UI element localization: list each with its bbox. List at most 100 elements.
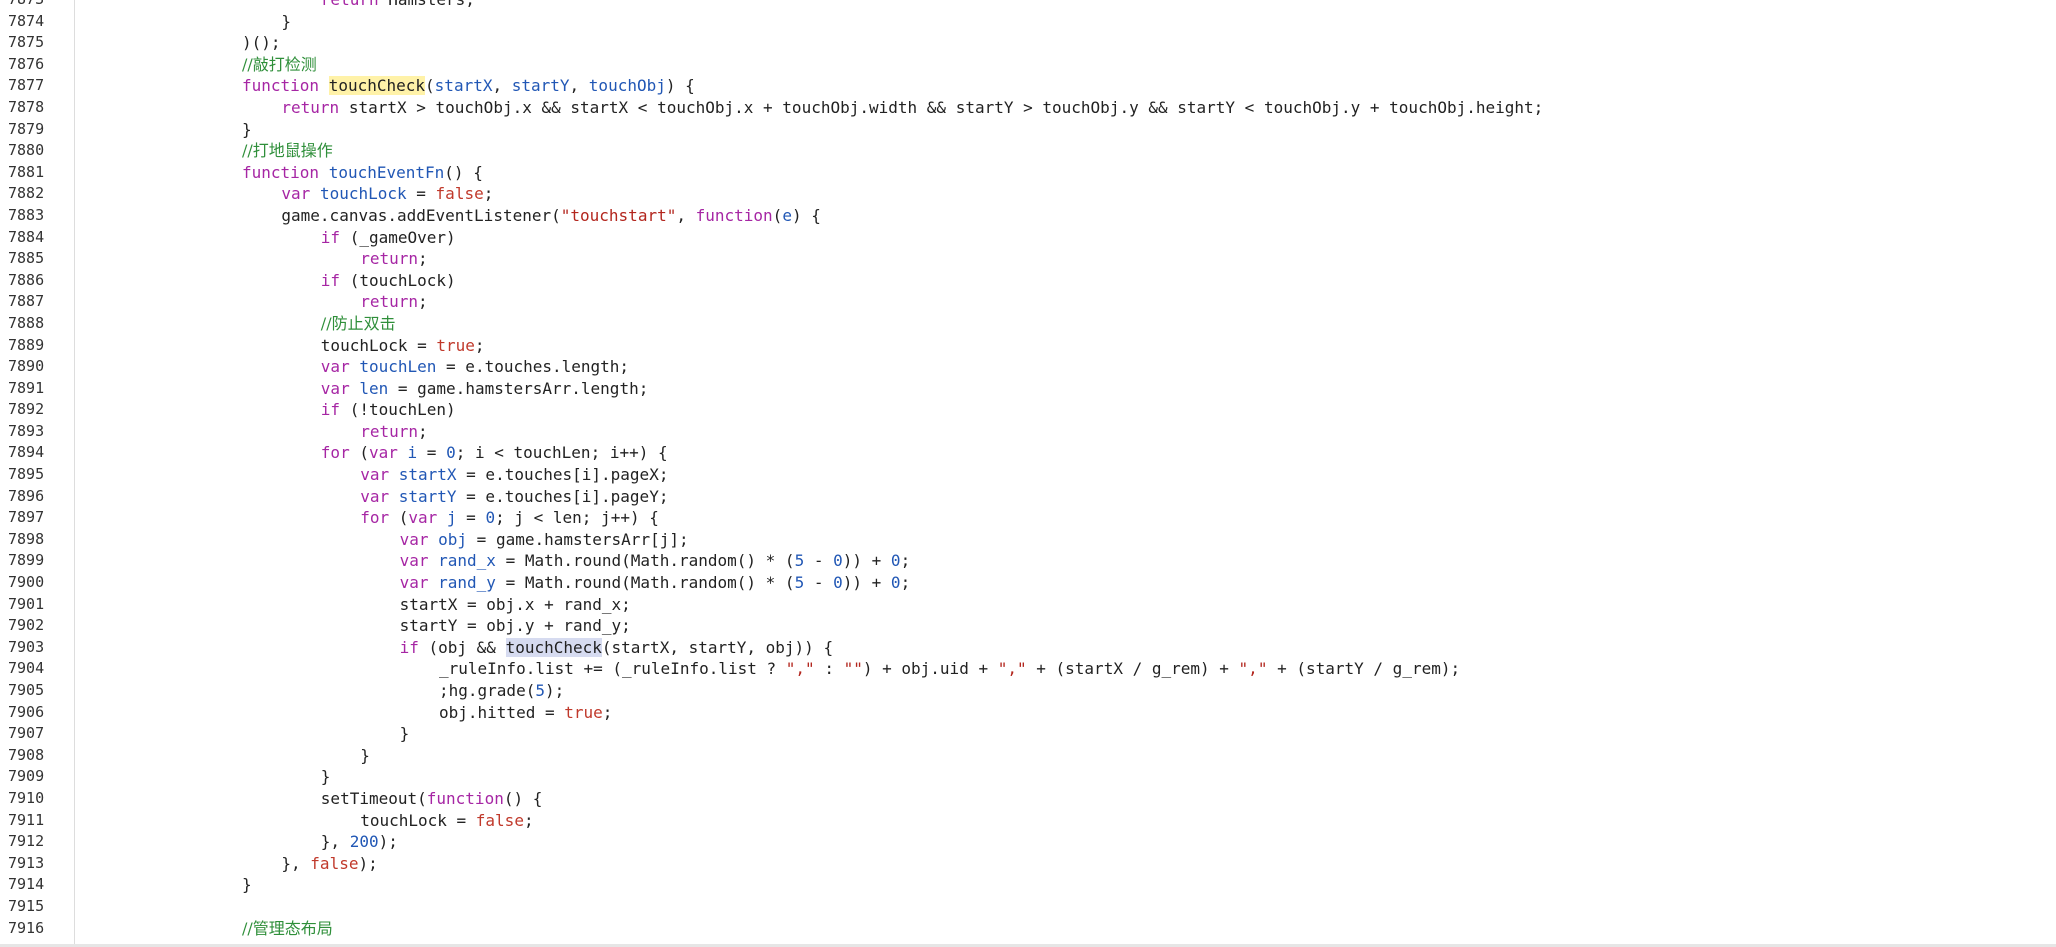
code-line[interactable]: 7914}: [0, 874, 2056, 896]
code-token: )) +: [842, 573, 891, 593]
code-line[interactable]: 7901 startX = obj.x + rand_x;: [0, 594, 2056, 616]
code-token: = Math.round(Math.random() * (: [495, 551, 795, 571]
code-line[interactable]: 7915: [0, 896, 2056, 918]
code-line[interactable]: 7899 var rand_x = Math.round(Math.random(…: [0, 550, 2056, 572]
line-code: var obj = game.hamstersArr[j];: [400, 529, 689, 551]
code-line[interactable]: 7874}: [0, 11, 2056, 33]
line-number: 7874: [8, 11, 45, 30]
code-line[interactable]: 7911 touchLock = false;: [0, 810, 2056, 832]
code-token: ) + obj.uid +: [862, 659, 998, 679]
code-line[interactable]: 7876 //敲打检测: [0, 54, 2056, 76]
line-code: function touchEventFn() {: [242, 162, 483, 184]
code-line[interactable]: 7891 var len = game.hamstersArr.length;: [0, 378, 2056, 400]
code-line[interactable]: 7892 if (!touchLen): [0, 399, 2056, 421]
code-line[interactable]: 7889 touchLock = true;: [0, 335, 2056, 357]
comment-token: //打地鼠操作: [242, 141, 333, 161]
line-code: startX = obj.x + rand_x;: [400, 594, 631, 616]
line-number: 7908: [8, 745, 45, 764]
code-token: },: [320, 832, 350, 852]
line-number: 7903: [8, 637, 45, 656]
code-line[interactable]: 7905 ;hg.grade(5);: [0, 680, 2056, 702]
line-code: var startX = e.touches[i].pageX;: [360, 464, 668, 486]
line-number: 7883: [8, 205, 45, 224]
code-line[interactable]: 7890 var touchLen = e.touches.length;: [0, 356, 2056, 378]
code-line[interactable]: 7897 for (var j = 0; j < len; j++) {: [0, 507, 2056, 529]
number-token: 5: [535, 681, 545, 700]
code-token: (_gameOver): [340, 227, 456, 247]
code-line[interactable]: 7881 function touchEventFn() {: [0, 162, 2056, 184]
identifier-token: touchLock: [319, 184, 407, 204]
code-line[interactable]: 7893 return;: [0, 421, 2056, 443]
keyword-token: var: [360, 486, 390, 506]
code-token: = game.hamstersArr.length;: [388, 378, 649, 398]
code-line[interactable]: 7912}, 200);: [0, 831, 2056, 853]
code-line[interactable]: 7907}: [0, 723, 2056, 745]
code-token: }: [281, 11, 292, 31]
line-code: if (obj && touchCheck(startX, startY, ob…: [400, 637, 833, 659]
code-token: = Math.round(Math.random() * (: [495, 573, 795, 593]
code-line[interactable]: 7910 setTimeout(function() {: [0, 788, 2056, 810]
code-line[interactable]: 7878 return startX > touchObj.x && startX…: [0, 97, 2056, 119]
number-token: 0: [485, 508, 496, 528]
code-line[interactable]: 7882 var touchLock = false;: [0, 183, 2056, 205]
code-line[interactable]: 7887 return;: [0, 291, 2056, 313]
code-token: ;hg.grade(: [439, 681, 536, 700]
code-line[interactable]: 7900 var rand_y = Math.round(Math.random(…: [0, 572, 2056, 594]
code-line[interactable]: 7904 _ruleInfo.list += (_ruleInfo.list ? …: [0, 658, 2056, 680]
line-number: 7895: [8, 465, 45, 484]
code-token: }: [399, 724, 410, 744]
code-line[interactable]: 7896 var startY = e.touches[i].pageY;: [0, 486, 2056, 508]
code-token: );: [358, 853, 378, 873]
line-code: for (var j = 0; j < len; j++) {: [360, 507, 659, 529]
line-number: 7876: [8, 54, 45, 73]
code-line[interactable]: 7895 var startX = e.touches[i].pageX;: [0, 464, 2056, 486]
code-line[interactable]: 7906 obj.hitted = true;: [0, 702, 2056, 724]
code-line[interactable]: 7884 if (_gameOver): [0, 227, 2056, 249]
code-line[interactable]: 7879}: [0, 119, 2056, 141]
line-code: var touchLock = false;: [281, 183, 493, 205]
line-code: touchLock = true;: [321, 335, 485, 357]
line-number: 7901: [8, 594, 45, 613]
identifier-token: i: [407, 443, 418, 463]
code-line[interactable]: 7894 for (var i = 0; i < touchLen; i++) {: [0, 442, 2056, 464]
code-line[interactable]: 7883 game.canvas.addEventListener("touchs…: [0, 205, 2056, 227]
line-code: var rand_x = Math.round(Math.random() * …: [400, 550, 911, 572]
code-token: =: [406, 184, 436, 204]
line-code: _ruleInfo.list += (_ruleInfo.list ? "," …: [439, 658, 1460, 680]
code-line[interactable]: 7913}, false);: [0, 853, 2056, 875]
code-line[interactable]: 7886 if (touchLock): [0, 270, 2056, 292]
line-number: 7896: [8, 486, 45, 505]
code-editor[interactable]: 7873return Hamsters;7874}7875)();7876//敲…: [0, 0, 2056, 947]
code-line[interactable]: 7916 //管理态布局: [0, 918, 2056, 940]
line-number: 7881: [8, 162, 45, 181]
line-number: 7884: [8, 227, 45, 246]
code-line[interactable]: 7880 //打地鼠操作: [0, 140, 2056, 162]
code-line[interactable]: 7902 startY = obj.y + rand_y;: [0, 615, 2056, 637]
code-lines: 7873return Hamsters;7874}7875)();7876//敲…: [0, 0, 2056, 939]
line-number: 7900: [8, 573, 45, 592]
code-line[interactable]: 7903 if (obj && touchCheck(startX, startY…: [0, 637, 2056, 659]
code-line[interactable]: 7877 function touchCheck(startX, startY, …: [0, 75, 2056, 97]
code-line[interactable]: 7873 return Hamsters;: [0, 0, 2056, 11]
code-line[interactable]: 7888 //防止双击: [0, 313, 2056, 335]
line-code: setTimeout(function() {: [321, 788, 543, 810]
code-token: ,: [676, 205, 696, 225]
keyword-token: if: [399, 637, 419, 657]
line-number: 7912: [8, 832, 45, 851]
code-line[interactable]: 7909}: [0, 766, 2056, 788]
code-line[interactable]: 7875)();: [0, 32, 2056, 54]
line-code: return;: [360, 421, 427, 443]
code-token: + (startY / g_rem);: [1267, 659, 1461, 679]
code-token: ;: [417, 421, 428, 441]
comment-token: //防止双击: [320, 313, 396, 333]
search-match-token: touchCheck: [328, 76, 426, 96]
line-number: 7877: [8, 76, 45, 95]
code-line[interactable]: 7898 var obj = game.hamstersArr[j];: [0, 529, 2056, 551]
code-line[interactable]: 7908}: [0, 745, 2056, 767]
line-code: var startY = e.touches[i].pageY;: [360, 486, 668, 508]
code-line[interactable]: 7885 return;: [0, 248, 2056, 270]
